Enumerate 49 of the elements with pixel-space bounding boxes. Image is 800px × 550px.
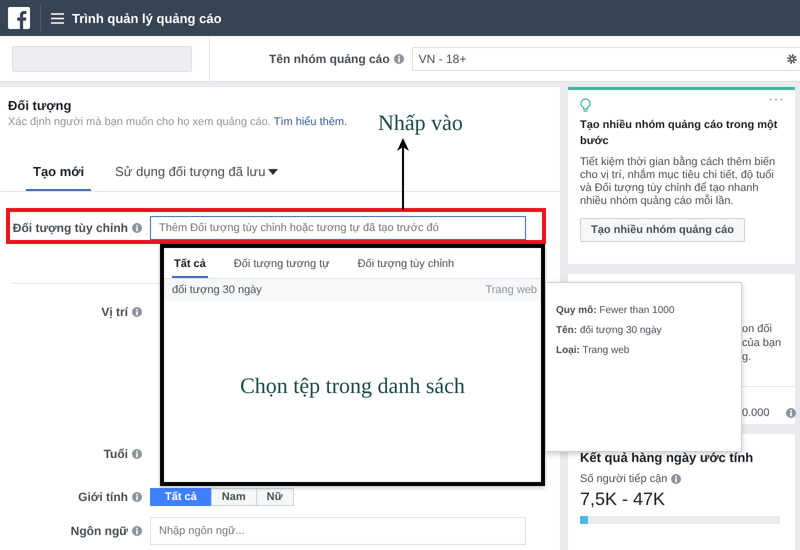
create-multiple-button[interactable]: Tạo nhiều nhóm quảng cáo xyxy=(580,218,745,242)
more-options-icon[interactable] xyxy=(769,98,783,101)
info-icon[interactable] xyxy=(132,492,142,502)
info-icon[interactable] xyxy=(394,54,404,64)
section-title: Đối tượng xyxy=(8,98,72,113)
gender-option[interactable]: Tất cả xyxy=(150,488,212,506)
tooltip-line: Tên: đối tượng 30 ngày xyxy=(556,325,663,336)
card-text: g. xyxy=(742,350,752,364)
lightbulb-icon xyxy=(580,98,591,113)
tip-title: Tạo nhiều nhóm quảng cáo trong một bước xyxy=(580,118,778,149)
field-label: Đối tượng tùy chỉnh xyxy=(12,221,128,235)
info-icon[interactable] xyxy=(786,408,796,418)
audience-list-item[interactable]: đối tượng 30 ngày Trang web xyxy=(164,279,541,301)
annotation-text: Chọn tệp trong danh sách xyxy=(239,373,466,399)
field-label: Ngôn ngữ xyxy=(70,524,128,538)
ad-set-name-field[interactable]: VN - 18+ xyxy=(412,46,800,70)
info-icon[interactable] xyxy=(132,307,142,317)
info-icon[interactable] xyxy=(132,223,142,233)
facebook-logo-icon[interactable] xyxy=(8,7,30,29)
info-icon[interactable] xyxy=(671,474,682,484)
language-field[interactable]: Nhập ngôn ngữ... xyxy=(150,517,526,545)
field-label: Vị trí xyxy=(101,305,128,319)
audience-tab[interactable]: Sử dụng đối tượng đã lưu xyxy=(113,164,280,189)
gender-option[interactable]: Nam xyxy=(210,488,257,506)
dropdown-tab[interactable]: Đối tượng tùy chỉnh xyxy=(356,258,456,278)
annotation-text: Nhấp vào xyxy=(378,110,463,136)
section-description: Xác định người mà bạn muốn cho họ xem quảng cáo. Tìm hiểu thêm. xyxy=(8,116,348,128)
annotation-arrow xyxy=(397,138,409,210)
gender-option[interactable]: Nữ xyxy=(256,488,294,506)
tip-text: Tiết kiệm thời gian bằng cách thêm biến cho vị trí, nhắm mục tiêu chi tiết, độ tuổi và Đối tượng tùy chỉnh để tạo nhanh nhiều nhóm quảng cáo mỗi lần. xyxy=(580,156,776,208)
audience-tab[interactable]: Tạo mới xyxy=(26,164,92,191)
field-label: Giới tính xyxy=(78,490,128,504)
custom-audience-field[interactable]: Thêm Đối tượng tùy chỉnh hoặc tương tự đã tạo trước đó xyxy=(150,216,526,240)
audience-size-value: 0.000 xyxy=(742,407,770,419)
card-text: của bạn xyxy=(742,336,782,350)
results-title: Kết quả hàng ngày ước tính xyxy=(580,450,754,465)
tooltip-line: Loại: Trang web xyxy=(556,345,630,356)
learn-more-link[interactable]: Tìm hiểu thêm. xyxy=(274,116,348,128)
tooltip-line: Quy mô: Fewer than 1000 xyxy=(556,305,676,316)
menu-icon[interactable] xyxy=(51,12,64,24)
card-text: on đối xyxy=(742,322,773,336)
field-label: Tên nhóm quảng cáo xyxy=(269,52,390,66)
reach-value: 7,5K - 47K xyxy=(580,489,666,510)
reach-label: Số người tiếp cận xyxy=(580,473,668,485)
info-icon[interactable] xyxy=(132,449,142,459)
dropdown-tab[interactable]: Đối tượng tương tự xyxy=(232,258,332,278)
app-title: Trình quản lý quảng cáo xyxy=(72,10,222,26)
field-label: Tuổi xyxy=(104,447,128,461)
info-icon[interactable] xyxy=(132,526,142,536)
